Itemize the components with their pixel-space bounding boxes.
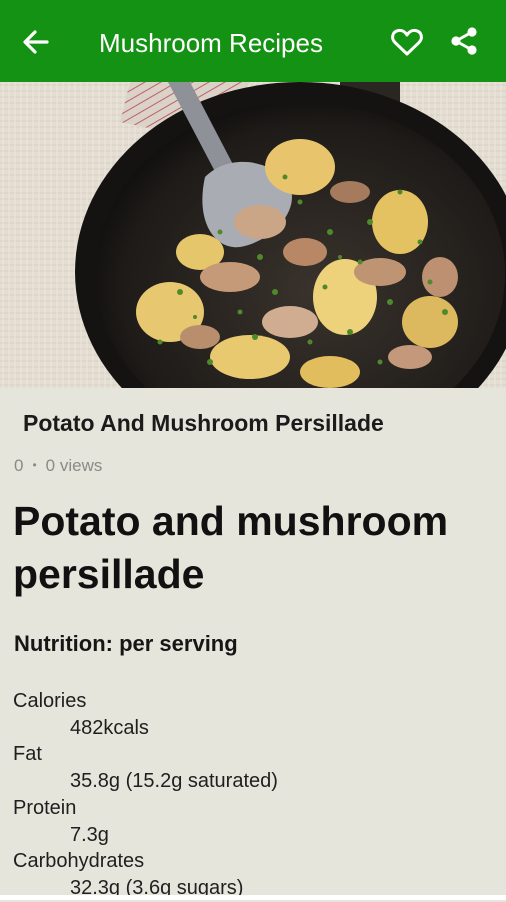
app-bar: Mushroom Recipes (0, 0, 506, 82)
nutrition-label-calories: Calories (13, 690, 87, 712)
recipe-title: Potato and mushroom persillade (13, 498, 449, 597)
nutrition-value-protein: 7.3g (70, 823, 109, 846)
bottom-edge (0, 895, 506, 900)
heart-outline-icon[interactable] (390, 26, 424, 58)
recipe-meta: 0 • 0 views (14, 456, 102, 476)
nutrition-label-protein: Protein (13, 796, 77, 819)
app-title: Mushroom Recipes (99, 28, 323, 58)
nutrition-value-calories: 482kcals (70, 716, 149, 739)
nutrition-list: Calories 482kcals Fat 35.8g (15.2g satur… (13, 688, 493, 902)
likes-count: 0 (14, 456, 24, 475)
recipe-heading: Potato And Mushroom Persillade (23, 410, 384, 436)
meta-separator: • (32, 458, 37, 472)
nutrition-label-carbohydrates: Carbohydrates (13, 850, 145, 873)
arrow-back-icon[interactable] (20, 26, 52, 58)
nutrition-value-fat: 35.8g (15.2g saturated) (70, 770, 278, 793)
recipe-hero-image (0, 82, 506, 388)
nutrition-heading: Nutrition: per serving (14, 631, 238, 656)
views-count: 0 views (45, 456, 103, 475)
nutrition-label-fat: Fat (13, 743, 42, 766)
share-icon[interactable] (448, 25, 480, 57)
